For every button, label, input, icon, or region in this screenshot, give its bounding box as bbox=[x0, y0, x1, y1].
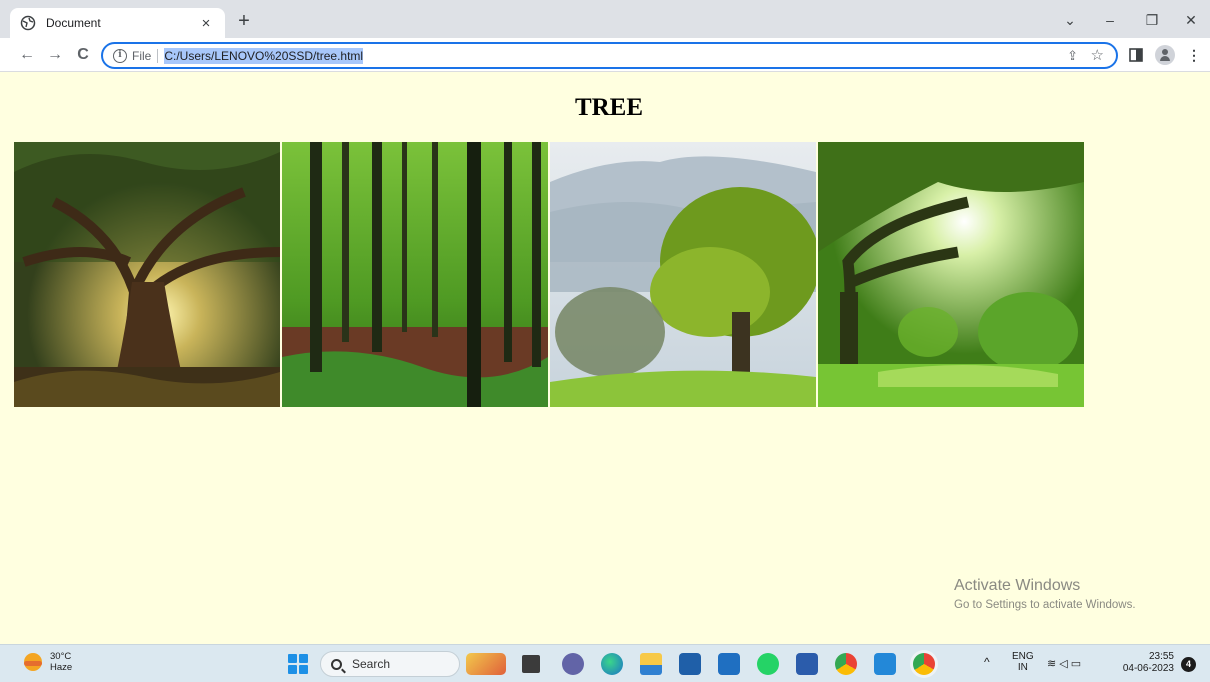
microsoft-store-icon[interactable] bbox=[679, 653, 701, 675]
back-button[interactable]: ← bbox=[16, 44, 38, 66]
side-panel-icon[interactable] bbox=[1126, 45, 1146, 65]
activate-windows-subtitle: Go to Settings to activate Windows. bbox=[954, 599, 1136, 611]
new-tab-button[interactable]: + bbox=[232, 10, 256, 34]
wifi-volume-battery-icon[interactable]: ≋ ◁ ▭ bbox=[1047, 657, 1081, 670]
browser-toolbar: ← → C i File C:/Users/LENOVO%20SSD/tree.… bbox=[0, 38, 1210, 72]
share-icon[interactable]: ⇪ bbox=[1067, 48, 1078, 64]
region-code: IN bbox=[1017, 662, 1028, 673]
globe-icon bbox=[20, 15, 36, 31]
tree-image-4 bbox=[818, 142, 1084, 407]
reload-button[interactable]: C bbox=[72, 44, 94, 66]
bookmark-star-icon[interactable]: ☆ bbox=[1091, 46, 1104, 64]
weather-condition: Haze bbox=[50, 662, 73, 673]
restore-button[interactable]: ❐ bbox=[1137, 8, 1167, 32]
mail-icon[interactable] bbox=[718, 653, 740, 675]
edge-browser-icon[interactable] bbox=[601, 653, 623, 675]
file-explorer-icon[interactable] bbox=[640, 653, 662, 675]
whatsapp-icon[interactable] bbox=[757, 653, 779, 675]
tab-document[interactable]: Document × bbox=[10, 8, 225, 38]
page-title: TREE bbox=[574, 94, 644, 121]
paint-app-icon[interactable] bbox=[466, 653, 506, 675]
language-indicator[interactable]: ENG IN bbox=[1012, 651, 1034, 673]
clock[interactable]: 23:55 04-06-2023 bbox=[1118, 651, 1174, 675]
tab-title: Document bbox=[46, 16, 101, 30]
notification-count-badge[interactable]: 4 bbox=[1181, 657, 1196, 672]
chrome-icon[interactable] bbox=[913, 653, 935, 675]
page-content: TREE Activate Windows Go to Settings to … bbox=[0, 72, 1210, 644]
close-window-button[interactable]: ✕ bbox=[1176, 8, 1206, 32]
tab-close-icon[interactable]: × bbox=[197, 15, 215, 32]
clock-time: 23:55 bbox=[1148, 651, 1174, 662]
menu-kebab-icon[interactable]: ⋮ bbox=[1184, 45, 1204, 65]
teams-chat-icon[interactable] bbox=[562, 653, 584, 675]
haze-weather-icon bbox=[24, 653, 42, 671]
vscode-icon[interactable] bbox=[874, 653, 896, 675]
tree-image-2 bbox=[282, 142, 548, 407]
tree-image-1 bbox=[14, 142, 280, 407]
screen: Document × + ⌄ – ❐ ✕ ← → C i File C:/Use… bbox=[0, 0, 1210, 682]
separator bbox=[157, 48, 159, 63]
activate-windows-title: Activate Windows bbox=[954, 577, 1081, 594]
chrome-canary-icon[interactable] bbox=[835, 653, 857, 675]
clock-date: 04-06-2023 bbox=[1122, 663, 1174, 674]
forward-button[interactable]: → bbox=[44, 44, 66, 66]
site-info-icon[interactable]: i bbox=[113, 48, 127, 63]
language-code: ENG bbox=[1012, 651, 1034, 662]
search-label: Search bbox=[352, 657, 391, 671]
url-text[interactable]: C:/Users/LENOVO%20SSD/tree.html bbox=[164, 47, 364, 64]
task-view-icon[interactable] bbox=[522, 655, 540, 673]
windows-start-icon[interactable] bbox=[288, 654, 308, 674]
profile-avatar-icon[interactable] bbox=[1155, 45, 1175, 65]
scheme-label: File bbox=[132, 48, 152, 63]
tree-image-3 bbox=[550, 142, 816, 407]
taskbar-search[interactable]: Search bbox=[320, 651, 460, 677]
tab-strip: Document × + ⌄ – ❐ ✕ bbox=[0, 0, 1210, 38]
weather-temp: 30°C bbox=[50, 651, 72, 662]
word-icon[interactable] bbox=[796, 653, 818, 675]
search-icon bbox=[331, 658, 342, 670]
address-bar[interactable]: i File C:/Users/LENOVO%20SSD/tree.html ⇪… bbox=[101, 42, 1118, 69]
tab-search-dropdown-icon[interactable]: ⌄ bbox=[1055, 8, 1085, 32]
minimize-button[interactable]: – bbox=[1095, 8, 1125, 32]
weather-widget[interactable]: 30°C Haze bbox=[24, 651, 72, 673]
taskbar: 30°C Haze Search ^ ENG IN ≋ ◁ ▭ 23:55 04… bbox=[0, 644, 1210, 682]
tray-overflow-chevron-icon[interactable]: ^ bbox=[984, 655, 990, 669]
